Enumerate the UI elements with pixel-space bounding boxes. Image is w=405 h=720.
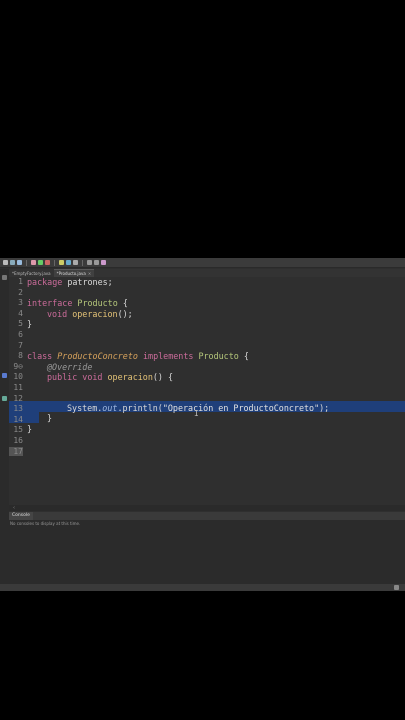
code-line-9: @Override bbox=[47, 362, 92, 372]
line-number: 13 bbox=[13, 404, 23, 414]
line-number: 5 bbox=[18, 319, 23, 329]
keyword: package bbox=[27, 277, 63, 287]
tab-producto[interactable]: *Producto.java ✕ bbox=[53, 269, 95, 277]
code-text: System. bbox=[67, 402, 103, 413]
save-all-icon[interactable] bbox=[17, 260, 22, 265]
code-text: .println( bbox=[117, 402, 163, 413]
code-text: { bbox=[238, 351, 249, 362]
annotation: @Override bbox=[47, 361, 93, 372]
method-name: operacion bbox=[102, 372, 153, 383]
status-bar bbox=[0, 584, 405, 591]
code-line-8: class ProductoConcreto implements Produc… bbox=[27, 351, 249, 361]
code-editor[interactable]: 1 2 3 4 5 6 7 8 9⊖ 10 11 12 13 14 15 16 … bbox=[9, 277, 405, 518]
tab-label: *Producto.java bbox=[56, 271, 86, 276]
new-icon[interactable] bbox=[3, 260, 8, 265]
line-number: 6 bbox=[18, 330, 23, 339]
line-number: 10 bbox=[13, 372, 23, 382]
code-line-1: package patrones; bbox=[27, 277, 113, 287]
forward-icon[interactable] bbox=[94, 260, 99, 265]
run-icon[interactable] bbox=[38, 260, 43, 265]
code-line-4: void operacion(); bbox=[47, 309, 133, 319]
keyword: public void bbox=[47, 372, 103, 383]
keyword: void bbox=[47, 308, 68, 319]
close-icon[interactable]: ✕ bbox=[88, 270, 91, 277]
tab-label: *EmptyFactory.java bbox=[12, 271, 51, 276]
line-number: 3 bbox=[18, 298, 23, 308]
editor-tabs: *EmptyFactory.java *Producto.java ✕ bbox=[9, 269, 405, 277]
code-line-13: } bbox=[27, 423, 33, 434]
line-number: 16 bbox=[13, 436, 23, 445]
console-message: No consoles to display at this time. bbox=[10, 521, 81, 526]
code-text: (); bbox=[117, 308, 133, 319]
code-line-5: } bbox=[27, 319, 33, 330]
line-number: 15 bbox=[13, 425, 23, 435]
scroll-left-icon[interactable]: ‹ bbox=[13, 505, 15, 511]
save-icon[interactable] bbox=[10, 260, 15, 265]
code-text: () { bbox=[152, 372, 174, 383]
code-line-3: interface Producto { bbox=[27, 298, 128, 308]
line-number: 2 bbox=[18, 287, 23, 297]
package-explorer-icon[interactable] bbox=[2, 275, 7, 280]
back-icon[interactable] bbox=[87, 260, 92, 265]
code-text: ); bbox=[319, 402, 330, 413]
line-number: 1 bbox=[18, 277, 23, 286]
line-number: 4 bbox=[18, 308, 23, 318]
line-number: 17 bbox=[9, 446, 23, 456]
field-name: out bbox=[102, 402, 118, 413]
keyword: class bbox=[27, 351, 53, 362]
ide-window: *EmptyFactory.java *Producto.java ✕ 1 2 … bbox=[0, 258, 405, 591]
text-cursor-icon: I bbox=[194, 409, 199, 418]
new-class-icon[interactable] bbox=[59, 260, 64, 265]
string-literal: "Operación en ProductoConcreto" bbox=[162, 402, 320, 413]
interface-name: Producto bbox=[72, 298, 118, 309]
perspective-icon[interactable] bbox=[101, 260, 106, 265]
progress-icon[interactable] bbox=[394, 585, 399, 590]
line-number: 7 bbox=[18, 340, 23, 350]
class-name: ProductoConcreto bbox=[52, 351, 138, 362]
keyword: implements bbox=[137, 351, 194, 362]
open-type-icon[interactable] bbox=[66, 260, 71, 265]
line-number: 9⊖ bbox=[13, 361, 23, 371]
line-number: 14 bbox=[13, 414, 23, 424]
toolbar bbox=[0, 258, 405, 268]
interface-name: Producto bbox=[193, 351, 239, 362]
debug-icon[interactable] bbox=[31, 260, 36, 265]
keyword: interface bbox=[27, 298, 73, 309]
stop-icon[interactable] bbox=[45, 260, 50, 265]
toolbar-divider bbox=[26, 259, 27, 266]
line-number: 8 bbox=[18, 351, 23, 361]
line-number: 11 bbox=[13, 383, 23, 392]
console-panel-header: Console bbox=[9, 512, 405, 520]
code-text: { bbox=[117, 298, 128, 309]
line-number-gutter: 1 2 3 4 5 6 7 8 9⊖ 10 11 12 13 14 15 16 … bbox=[9, 277, 25, 518]
line-number: 12 bbox=[13, 393, 23, 403]
console-panel bbox=[9, 520, 405, 591]
console-tab[interactable]: Console bbox=[9, 512, 33, 520]
toolbar-divider bbox=[82, 259, 83, 266]
code-text: patrones; bbox=[62, 277, 113, 287]
quick-assist-icon bbox=[2, 396, 7, 401]
code-line-10: public void operacion() { bbox=[47, 372, 173, 382]
method-name: operacion bbox=[67, 308, 118, 319]
code-line-12: } bbox=[47, 413, 53, 423]
search-icon[interactable] bbox=[73, 260, 78, 265]
tab-emptyfactory[interactable]: *EmptyFactory.java bbox=[9, 270, 54, 277]
horizontal-scrollbar[interactable]: ‹ bbox=[9, 505, 405, 511]
toolbar-divider bbox=[54, 259, 55, 266]
breakpoint-icon bbox=[2, 373, 7, 378]
